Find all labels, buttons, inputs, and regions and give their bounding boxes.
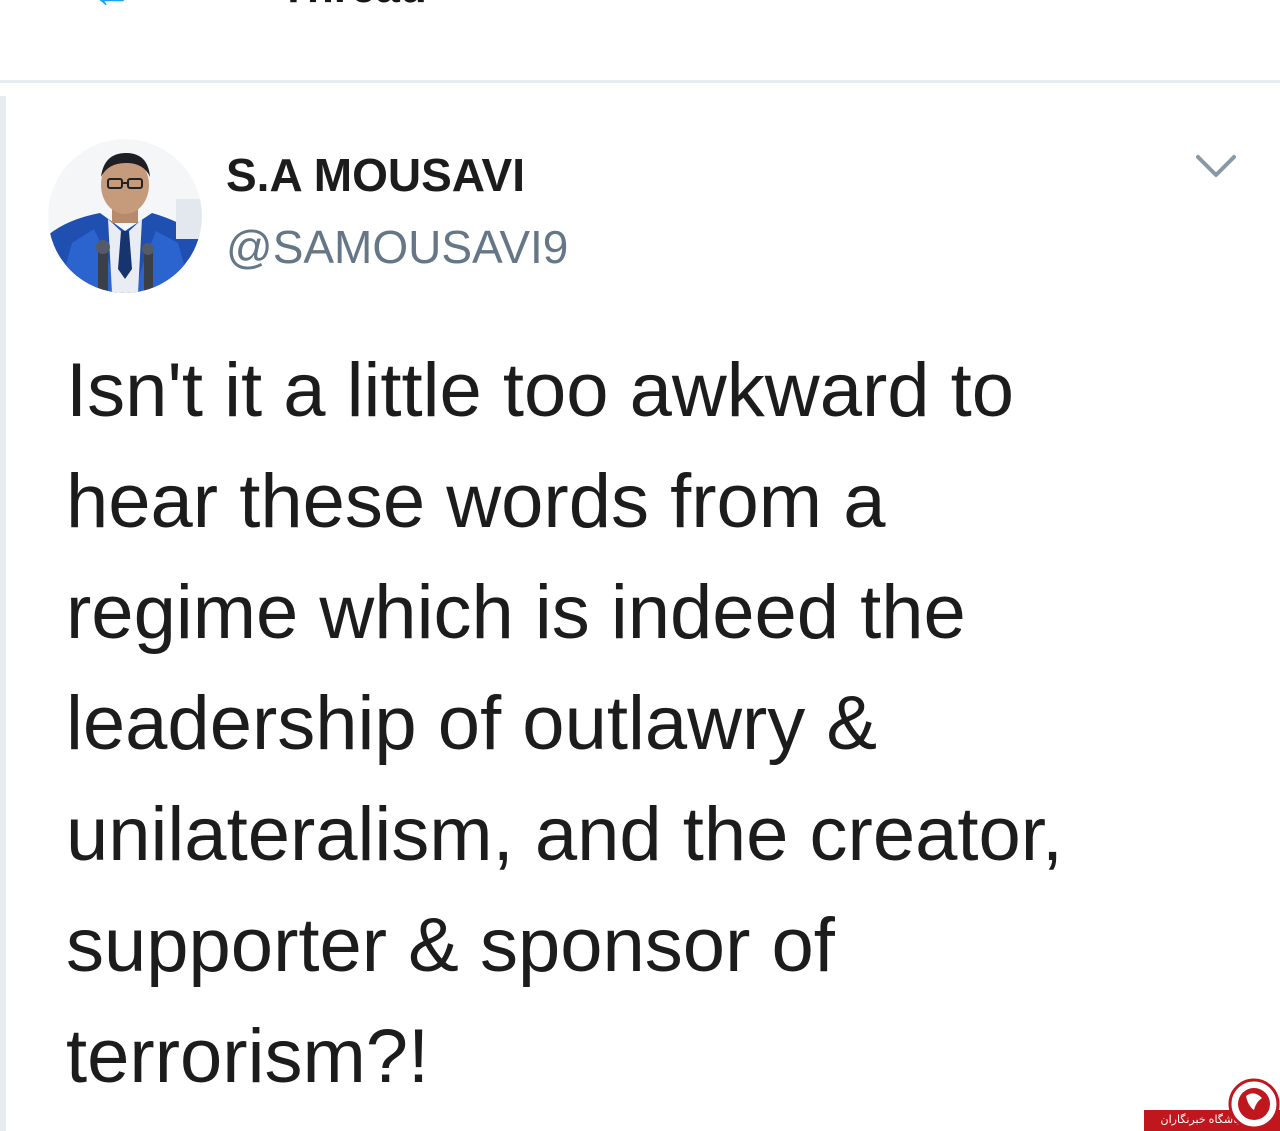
tweet-text: Isn't it a little too awkward to hear th… [66,335,1246,1112]
tweet-text-line: leadership of outlawry & [66,681,878,766]
tweet-text-line: regime which is indeed the [66,570,966,655]
tweet-text-line: terrorism?! [66,1014,430,1099]
back-arrow-icon[interactable]: ← [92,0,132,14]
top-app-bar: ← Thread [0,0,1280,83]
tweet[interactable]: S.A MOUSAVI @SAMOUSAVI9 Isn't it a littl… [6,83,1280,1131]
tweet-text-line: unilateralism, and the creator, [66,792,1063,877]
tweet-text-line: Isn't it a little too awkward to [66,348,1015,433]
display-name[interactable]: S.A MOUSAVI [226,149,525,201]
avatar-photo [48,139,202,293]
watermark-emblem-icon [1228,1078,1280,1130]
tweet-text-line: supporter & sponsor of [66,903,835,988]
tweet-text-line: hear these words from a [66,459,886,544]
watermark-logo: باشگاه خبرنگاران [1144,1076,1280,1131]
avatar[interactable] [48,139,202,293]
chevron-down-icon[interactable] [1186,147,1246,187]
user-handle[interactable]: @SAMOUSAVI9 [226,221,568,273]
page-title: Thread [280,0,427,10]
